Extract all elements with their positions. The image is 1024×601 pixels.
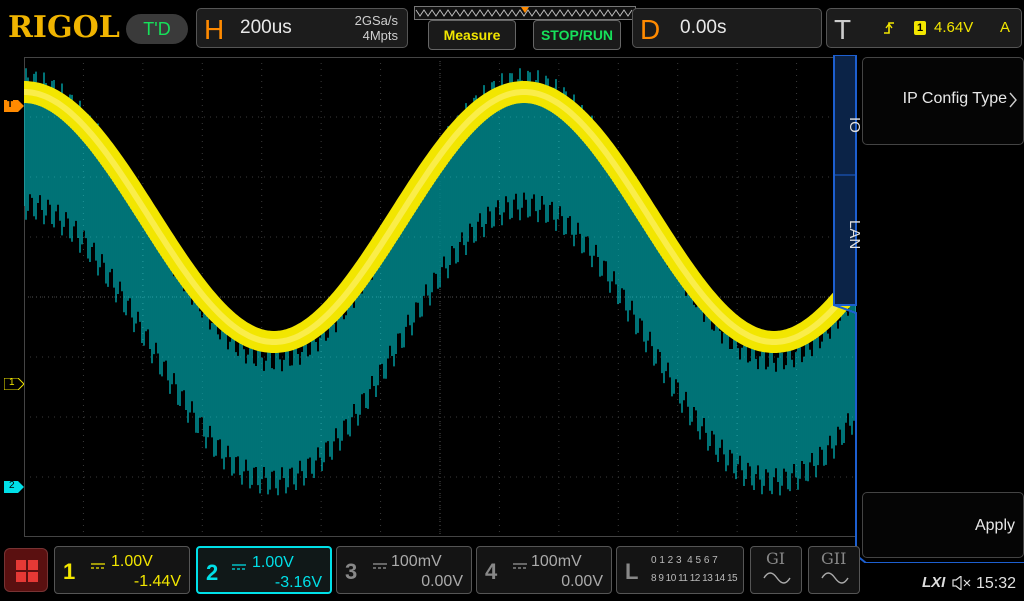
ch1-offset-marker[interactable]: 1 (3, 377, 25, 395)
ch2-offset-marker[interactable]: 2 (4, 480, 24, 498)
apply-label: Apply (974, 517, 1015, 534)
tab-io[interactable]: IO (833, 95, 863, 155)
trigger-level: 4.64V (934, 19, 974, 36)
ch2-marker-label: 2 (9, 480, 15, 491)
trigger-box[interactable]: T 1 4.64V A (826, 8, 1022, 48)
run-state-badge[interactable]: T'D (126, 14, 188, 44)
horizontal-letter: H (204, 14, 225, 45)
delay-frame (632, 8, 822, 48)
tab-lan[interactable]: LAN (833, 205, 863, 265)
delay-box[interactable]: D 0.00s (632, 8, 822, 48)
trigger-letter: T (834, 14, 852, 45)
ip-config-type-button[interactable]: IP Config Type (862, 57, 1024, 145)
channel-4-box[interactable]: 4 100mV 0.00V (476, 546, 612, 594)
timebase-value: 200us (240, 17, 292, 38)
memory-overview-graphic (414, 6, 636, 20)
channel-2-offset: -3.16V (274, 574, 322, 591)
channel-2-scale: 1.00V (252, 554, 294, 571)
channel-3-offset: 0.00V (421, 573, 463, 590)
ip-config-label: IP Config Type (902, 90, 1007, 107)
trigger-source-badge: 1 (914, 21, 926, 35)
generator-2-label: GII (821, 549, 847, 568)
top-bar: RIGOL T'D H 200us 2GSa/s 4Mpts Measure S… (0, 0, 1024, 55)
sample-rate: 2GSa/s (354, 13, 398, 28)
brand-logo: RIGOL (8, 10, 120, 45)
lxi-logo: LXI (922, 574, 946, 591)
dc-coupling-icon (513, 557, 527, 575)
channel-1-offset: -1.44V (133, 573, 181, 590)
channel-4-scale: 100mV (531, 553, 582, 570)
measure-button[interactable]: Measure (428, 20, 516, 50)
logic-letter: L (625, 559, 639, 584)
logic-channels-row-1: 0 1 2 3 4 5 6 7 (651, 555, 718, 566)
channel-4-offset: 0.00V (561, 573, 603, 590)
trigger-level-marker[interactable]: T (4, 99, 24, 117)
waveform-canvas (24, 57, 856, 537)
bottom-bar: 1 1.00V -1.44V 2 1.00V -3.16V 3 100mV 0.… (0, 540, 1024, 601)
dc-coupling-icon (373, 557, 387, 575)
memory-overview[interactable] (414, 6, 636, 20)
generator-1-label: GI (766, 549, 786, 568)
trigger-mode: A (1000, 19, 1011, 36)
delay-value: 0.00s (680, 17, 727, 38)
clock: 15:32 (976, 575, 1017, 592)
channel-3-scale: 100mV (391, 553, 442, 570)
speaker-muted-icon[interactable] (952, 574, 972, 595)
channel-3-box[interactable]: 3 100mV 0.00V (336, 546, 472, 594)
channel-1-box[interactable]: 1 1.00V -1.44V (54, 546, 190, 594)
channel-2-box[interactable]: 2 1.00V -3.16V (196, 546, 332, 594)
generator-2-button[interactable]: GII (808, 546, 860, 594)
channel-2-number: 2 (206, 560, 219, 585)
chevron-right-icon (1009, 92, 1017, 113)
memory-depth: 4Mpts (362, 28, 398, 43)
logic-channels-row-2: 8 9 10 11 12 13 14 15 (651, 573, 738, 584)
trigger-marker-label: T (7, 99, 14, 110)
sine-wave-icon (821, 571, 849, 590)
channel-2-waveform (24, 68, 856, 496)
dc-coupling-icon (91, 557, 105, 575)
waveform-display[interactable] (24, 57, 856, 537)
stop-run-button[interactable]: STOP/RUN (533, 20, 621, 50)
dc-coupling-icon (232, 558, 246, 576)
channel-1-scale: 1.00V (111, 553, 153, 570)
logic-analyzer-box[interactable]: L 0 1 2 3 4 5 6 7 8 9 10 11 12 13 14 15 (616, 546, 744, 594)
horizontal-box[interactable]: H 200us 2GSa/s 4Mpts (196, 8, 408, 48)
delay-letter: D (640, 14, 661, 45)
generator-1-button[interactable]: GI (750, 546, 802, 594)
channel-3-number: 3 (345, 559, 358, 584)
ch1-marker-label: 1 (9, 377, 15, 388)
side-menu: IO LAN IP Config Type Apply (826, 55, 1024, 563)
sine-wave-icon (763, 571, 791, 590)
grid-icon (16, 560, 38, 587)
channel-4-number: 4 (485, 559, 498, 584)
trigger-edge-icon (882, 20, 896, 36)
app-menu-button[interactable] (4, 548, 48, 592)
channel-1-number: 1 (63, 559, 76, 584)
